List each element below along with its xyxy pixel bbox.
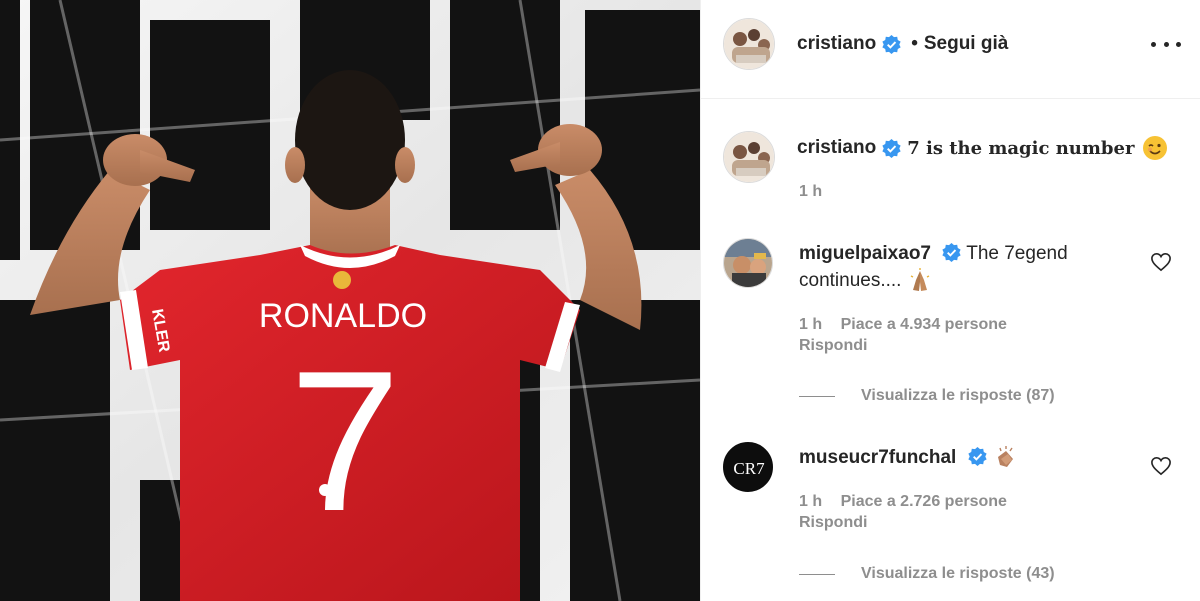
reply-button[interactable]: Rispondi [799,514,867,532]
author-info: cristiano • Segui già [797,33,1008,55]
commenter-avatar[interactable] [723,238,773,288]
like-heart-icon[interactable] [1150,456,1172,476]
post-panel: cristiano • Segui già cristiano 7 is the… [700,0,1200,601]
clapping-hands-emoji-icon [997,445,1013,467]
author-avatar[interactable] [723,18,775,70]
view-replies-button[interactable]: Visualizza le risposte (43) [799,565,1055,583]
replies-divider [799,395,835,397]
caption-avatar[interactable] [723,131,775,183]
commenter-avatar[interactable]: CR7 [723,442,773,492]
post-photo: RONALDO 7 KLER [0,0,700,601]
view-replies-label: Visualizza le risposte (87) [861,387,1055,404]
separator-dot: • [911,33,918,54]
shirt-number: 7 [289,330,400,553]
comment-text: museucr7funchal [799,444,1129,471]
wink-emoji-icon [1143,136,1168,160]
commenter-username[interactable]: museucr7funchal [799,447,956,468]
comment-likes[interactable]: Piace a 2.726 persone [841,493,1007,510]
comment-meta: 1 h Piace a 2.726 persone [799,493,1007,511]
post-image[interactable]: RONALDO 7 KLER [0,0,700,601]
author-username[interactable]: cristiano [797,33,876,55]
comment-timestamp[interactable]: 1 h [799,493,822,510]
replies-divider [799,573,835,575]
caption-username[interactable]: cristiano [797,137,876,159]
view-replies-button[interactable]: Visualizza le risposte (87) [799,387,1055,405]
cr7-logo-text: CR7 [733,459,765,478]
comment-text-line1: The 7egend [966,243,1068,264]
like-heart-icon[interactable] [1150,252,1172,272]
view-replies-label: Visualizza le risposte (43) [861,565,1055,582]
caption-timestamp[interactable]: 1 h [799,183,822,201]
comment-timestamp[interactable]: 1 h [799,316,822,333]
reply-button[interactable]: Rispondi [799,337,867,355]
comment-text-line2: continues.... [799,270,902,291]
caption-text: 7 is the magic number [907,137,1135,159]
praying-hands-emoji-icon [910,267,930,291]
verified-badge-icon [942,243,961,262]
comment-likes[interactable]: Piace a 4.934 persone [841,316,1007,333]
comment-text: miguelpaixao7 The 7egend continues.... [799,240,1129,294]
post-caption: cristiano 7 is the magic number [797,135,1168,161]
verified-badge-icon [967,447,987,466]
comment-meta: 1 h Piace a 4.934 persone [799,316,1007,334]
follow-status-button[interactable]: Segui già [924,33,1008,55]
post-header: cristiano • Segui già [701,0,1200,99]
commenter-username[interactable]: miguelpaixao7 [799,243,931,264]
verified-badge-icon [882,34,901,54]
verified-badge-icon [882,138,901,158]
more-options-icon[interactable] [1151,34,1181,54]
